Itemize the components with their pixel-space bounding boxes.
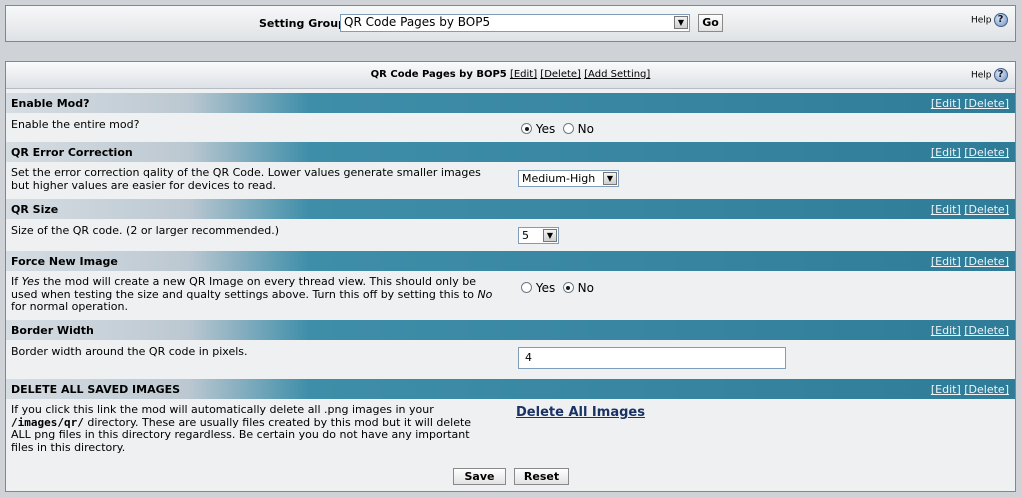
error-correction-value: Medium-High (522, 172, 596, 185)
setting-row-enable-mod: Enable the entire mod? Yes No (6, 113, 1015, 140)
setting-row-qr-error-correction: Set the error correction qality of the Q… (6, 162, 1015, 198)
delete-all-images-link[interactable]: Delete All Images (516, 405, 645, 420)
edit-link[interactable]: [Edit] (931, 383, 961, 396)
yes-radio[interactable] (521, 282, 532, 293)
no-radio[interactable] (562, 123, 574, 134)
description-line: Set the error correction qality of the Q… (11, 166, 481, 179)
delete-link[interactable]: [Delete] (964, 97, 1009, 110)
section-title: QR Error Correction (11, 146, 133, 159)
force-new-image-radio-group: Yes No (521, 281, 594, 295)
desc-text: used when testing the size and qualty se… (11, 287, 478, 301)
help-icon: ? (993, 13, 1008, 27)
delete-group-link[interactable]: [Delete] (540, 69, 581, 80)
qr-size-value: 5 (522, 229, 529, 242)
setting-row-delete-images: If you click this link the mod will auto… (6, 399, 1015, 459)
help-link[interactable]: Help? (971, 13, 1008, 27)
reset-button[interactable]: Reset (514, 468, 569, 485)
description-line: files in this directory. (11, 440, 126, 454)
desc-em: No (477, 287, 493, 301)
setting-description: Enable the entire mod? (11, 118, 140, 131)
no-label: No (577, 281, 594, 295)
description-line: but higher values are easier for devices… (11, 178, 276, 192)
section-header-qr-error-correction: QR Error Correction [Edit] [Delete] (6, 142, 1015, 162)
setting-row-qr-size: Size of the QR code. (2 or larger recomm… (6, 219, 1015, 250)
setting-description: Border width around the QR code in pixel… (11, 345, 248, 358)
desc-text: the mod will create a new QR Image on ev… (39, 275, 476, 288)
desc-em: Yes (21, 275, 40, 288)
section-header-delete-images: DELETE ALL SAVED IMAGES [Edit] [Delete] (6, 379, 1015, 399)
section-header-border-width: Border Width [Edit] [Delete] (6, 320, 1015, 340)
delete-link[interactable]: [Delete] (964, 203, 1009, 216)
setting-description: Set the error correction qality of the Q… (11, 166, 511, 192)
section-title: Enable Mod? (11, 97, 90, 110)
setting-row-force-new-image: If Yes the mod will create a new QR Imag… (6, 271, 1015, 319)
section-title: QR Size (11, 203, 59, 216)
desc-text: If (11, 275, 22, 288)
description-line: ALL png files in this directory regardle… (11, 428, 470, 441)
qr-size-select[interactable]: 5 ▼ (518, 227, 559, 244)
section-title: Force New Image (11, 255, 118, 268)
border-width-input[interactable]: 4 (518, 347, 786, 369)
edit-link[interactable]: [Edit] (931, 324, 961, 337)
setting-group-value: QR Code Pages by BOP5 (344, 15, 491, 29)
section-title: DELETE ALL SAVED IMAGES (11, 383, 181, 396)
delete-link[interactable]: [Delete] (964, 146, 1009, 159)
setting-group-label: Setting Group (259, 17, 346, 30)
section-header-enable-mod: Enable Mod? [Edit] [Delete] (6, 93, 1015, 113)
help-label: Help (971, 70, 992, 81)
save-button[interactable]: Save (453, 468, 506, 485)
yes-radio[interactable] (521, 123, 532, 134)
help-icon: ? (993, 68, 1008, 82)
delete-link[interactable]: [Delete] (964, 255, 1009, 268)
page-title: QR Code Pages by BOP5 [Edit] [Delete] [A… (6, 69, 1015, 80)
no-radio[interactable] (562, 282, 574, 293)
chevron-down-icon[interactable]: ▼ (603, 172, 617, 185)
setting-group-select[interactable]: QR Code Pages by BOP5 ▼ (340, 14, 690, 32)
chevron-down-icon[interactable]: ▼ (674, 16, 688, 29)
go-button[interactable]: Go (698, 14, 723, 32)
error-correction-select[interactable]: Medium-High ▼ (518, 170, 619, 187)
setting-description: If you click this link the mod will auto… (11, 403, 511, 454)
setting-description: If Yes the mod will create a new QR Imag… (11, 275, 511, 314)
edit-link[interactable]: [Edit] (931, 255, 961, 268)
edit-link[interactable]: [Edit] (931, 203, 961, 216)
edit-group-link[interactable]: [Edit] (510, 69, 537, 80)
images-path: /images/qr/ (11, 415, 84, 429)
edit-link[interactable]: [Edit] (931, 146, 961, 159)
delete-link[interactable]: [Delete] (964, 324, 1009, 337)
section-header-force-new-image: Force New Image [Edit] [Delete] (6, 251, 1015, 271)
help-label: Help (971, 15, 992, 26)
setting-row-border-width: Border width around the QR code in pixel… (6, 340, 1015, 378)
setting-group-panel: Setting Group QR Code Pages by BOP5 ▼ Go… (5, 5, 1016, 42)
page-title-text: QR Code Pages by BOP5 (370, 69, 507, 80)
settings-panel: QR Code Pages by BOP5 [Edit] [Delete] [A… (5, 61, 1016, 492)
desc-text: directory. These are usually files creat… (83, 415, 472, 429)
description-line: for normal operation. (11, 300, 128, 313)
yes-label: Yes (535, 122, 556, 136)
edit-link[interactable]: [Edit] (931, 97, 961, 110)
help-link-main[interactable]: Help? (971, 68, 1008, 82)
yes-label: Yes (535, 281, 556, 295)
section-title: Border Width (11, 324, 94, 337)
settings-header: QR Code Pages by BOP5 [Edit] [Delete] [A… (6, 62, 1015, 89)
add-setting-link[interactable]: [Add Setting] (584, 69, 650, 80)
section-header-qr-size: QR Size [Edit] [Delete] (6, 199, 1015, 219)
delete-link[interactable]: [Delete] (964, 383, 1009, 396)
no-label: No (577, 122, 594, 136)
enable-mod-radio-group: Yes No (521, 122, 594, 136)
setting-description: Size of the QR code. (2 or larger recomm… (11, 224, 279, 237)
chevron-down-icon[interactable]: ▼ (543, 229, 557, 242)
